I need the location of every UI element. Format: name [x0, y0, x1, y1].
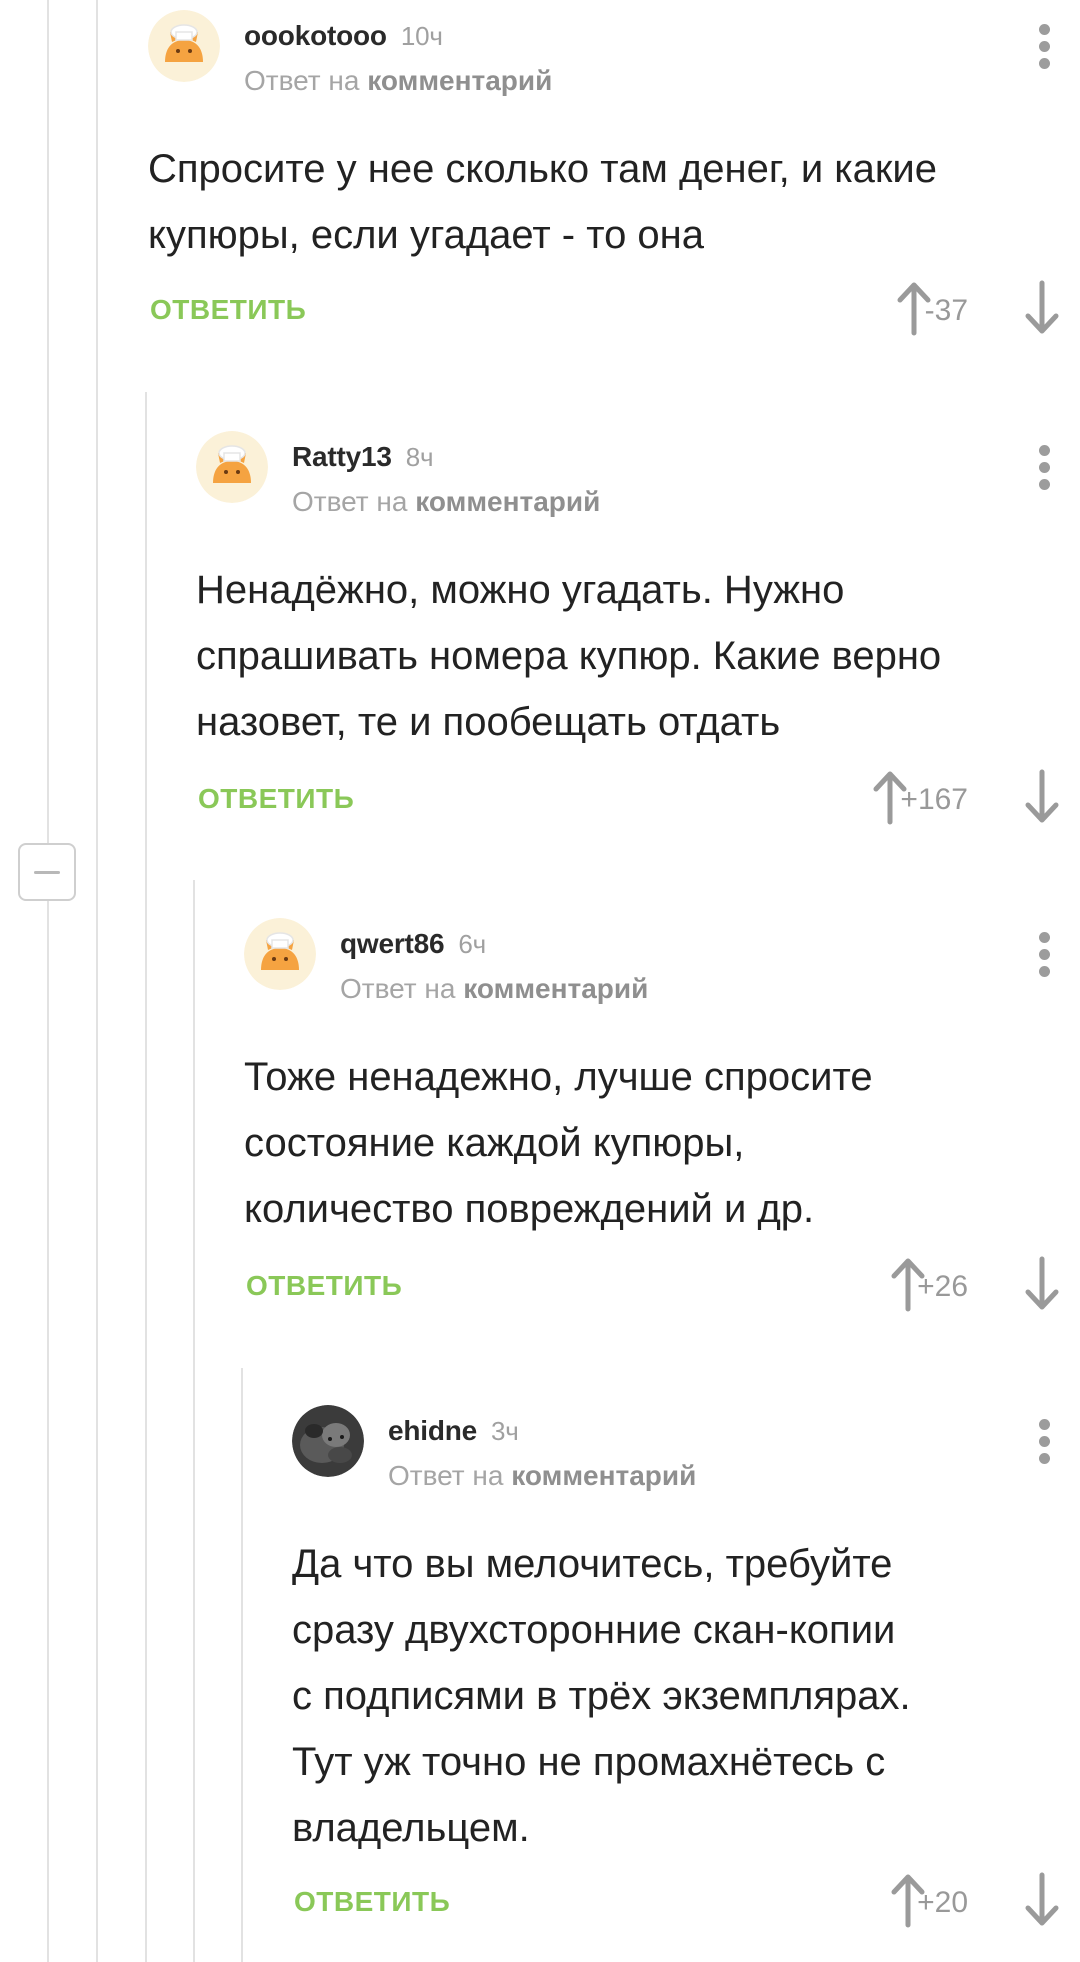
comment-oookotooo: oookotooo 10ч Ответ на комментарий Спроси… — [148, 10, 1080, 350]
more-vertical-icon[interactable] — [1030, 437, 1060, 497]
arrow-down-icon[interactable] — [1020, 1872, 1064, 1928]
more-vertical-icon[interactable] — [1030, 1411, 1060, 1471]
comment-text-line: Ненадёжно, можно угадать. Нужно — [196, 568, 845, 612]
reply-button[interactable]: ОТВЕТИТЬ — [150, 294, 306, 326]
comment-text-line: Да что вы мелочитесь, требуйте — [292, 1542, 893, 1586]
parent-comment-link[interactable]: комментарий — [367, 65, 552, 96]
comment-text: Тоже ненадежно, лучше спросите состояние… — [244, 1044, 1080, 1242]
comment-time: 10ч — [400, 21, 443, 51]
thread-line-1 — [47, 0, 49, 843]
username[interactable]: oookotooo 10ч — [244, 20, 443, 52]
more-vertical-icon[interactable] — [1030, 16, 1060, 76]
username[interactable]: ehidne 3ч — [388, 1415, 519, 1447]
reply-button[interactable]: ОТВЕТИТЬ — [246, 1270, 402, 1302]
reply-to-line: Ответ на комментарий — [340, 973, 648, 1005]
cat-avatar-icon — [148, 10, 220, 82]
photo-avatar-icon — [292, 1405, 364, 1477]
reply-to-line: Ответ на комментарий — [292, 486, 600, 518]
rating-value: +167 — [900, 783, 968, 816]
rating-value: -37 — [924, 294, 968, 327]
reply-button[interactable]: ОТВЕТИТЬ — [294, 1886, 450, 1918]
thread-line-5 — [241, 1368, 243, 1962]
comment-time: 6ч — [458, 929, 487, 959]
reply-to-prefix: Ответ на — [388, 1460, 504, 1491]
reply-button[interactable]: ОТВЕТИТЬ — [198, 783, 354, 815]
username[interactable]: qwert86 6ч — [340, 928, 486, 960]
comment-time: 8ч — [405, 442, 434, 472]
arrow-down-icon[interactable] — [1020, 769, 1064, 825]
arrow-down-icon[interactable] — [1020, 1256, 1064, 1312]
comment-actions: ОТВЕТИТЬ +20 — [292, 1872, 1080, 1932]
reply-to-prefix: Ответ на — [340, 973, 456, 1004]
thread-line-1b — [47, 901, 49, 1962]
comment-text-line: купюры, если угадает - то она — [148, 213, 705, 257]
comment-text-line: состояние каждой купюры, — [244, 1121, 745, 1165]
cat-avatar-icon — [244, 918, 316, 990]
arrow-down-icon[interactable] — [1020, 280, 1064, 336]
comment-text-line: Тоже ненадежно, лучше спросите — [244, 1055, 873, 1099]
more-vertical-icon[interactable] — [1030, 924, 1060, 984]
avatar[interactable] — [292, 1405, 364, 1477]
avatar[interactable] — [148, 10, 220, 82]
comment-text-line: Тут уж точно не промахнётесь с — [292, 1740, 886, 1784]
rating-value: +26 — [917, 1270, 968, 1303]
parent-comment-link[interactable]: комментарий — [415, 486, 600, 517]
rating-value: +20 — [917, 1886, 968, 1919]
reply-to-prefix: Ответ на — [244, 65, 360, 96]
comment-text-line: сразу двухсторонние скан-копии — [292, 1608, 896, 1652]
comment-text-line: назовет, те и пообещать отдать — [196, 700, 781, 744]
comment-actions: ОТВЕТИТЬ +26 — [244, 1256, 1080, 1316]
thread-line-3 — [145, 392, 147, 1962]
reply-to-prefix: Ответ на — [292, 486, 408, 517]
reply-to-line: Ответ на комментарий — [244, 65, 552, 97]
comment-text: Да что вы мелочитесь, требуйте сразу дву… — [292, 1531, 1080, 1861]
comment-text-line: с подписями в трёх экземплярах. — [292, 1674, 911, 1718]
avatar[interactable] — [244, 918, 316, 990]
minus-icon — [34, 871, 60, 874]
thread-line-4 — [193, 880, 195, 1962]
comment-text-line: владельцем. — [292, 1806, 530, 1850]
comment-ratty13: Ratty13 8ч Ответ на комментарий Ненадёжно… — [196, 431, 1080, 831]
collapse-thread-button[interactable] — [18, 843, 76, 901]
comment-qwert86: qwert86 6ч Ответ на комментарий Тоже нена… — [244, 918, 1080, 1318]
cat-avatar-icon — [196, 431, 268, 503]
comment-ehidne: ehidne 3ч Ответ на комментарий Да что вы … — [292, 1405, 1080, 1935]
comment-time: 3ч — [491, 1416, 519, 1446]
username[interactable]: Ratty13 8ч — [292, 441, 434, 473]
comment-text-line: количество повреждений и др. — [244, 1187, 815, 1231]
parent-comment-link[interactable]: комментарий — [463, 973, 648, 1004]
comment-text: Спросите у нее сколько там денег, и каки… — [148, 136, 1008, 268]
parent-comment-link[interactable]: комментарий — [511, 1460, 696, 1491]
thread-line-2 — [96, 0, 98, 1962]
comment-text-line: спрашивать номера купюр. Какие верно — [196, 634, 942, 678]
comment-actions: ОТВЕТИТЬ +167 — [196, 769, 1080, 829]
reply-to-line: Ответ на комментарий — [388, 1460, 696, 1492]
comment-text-line: Спросите у нее сколько там денег, и каки… — [148, 147, 937, 191]
avatar[interactable] — [196, 431, 268, 503]
comment-text: Ненадёжно, можно угадать. Нужно спрашива… — [196, 557, 1056, 755]
comment-actions: ОТВЕТИТЬ -37 — [148, 280, 1080, 340]
